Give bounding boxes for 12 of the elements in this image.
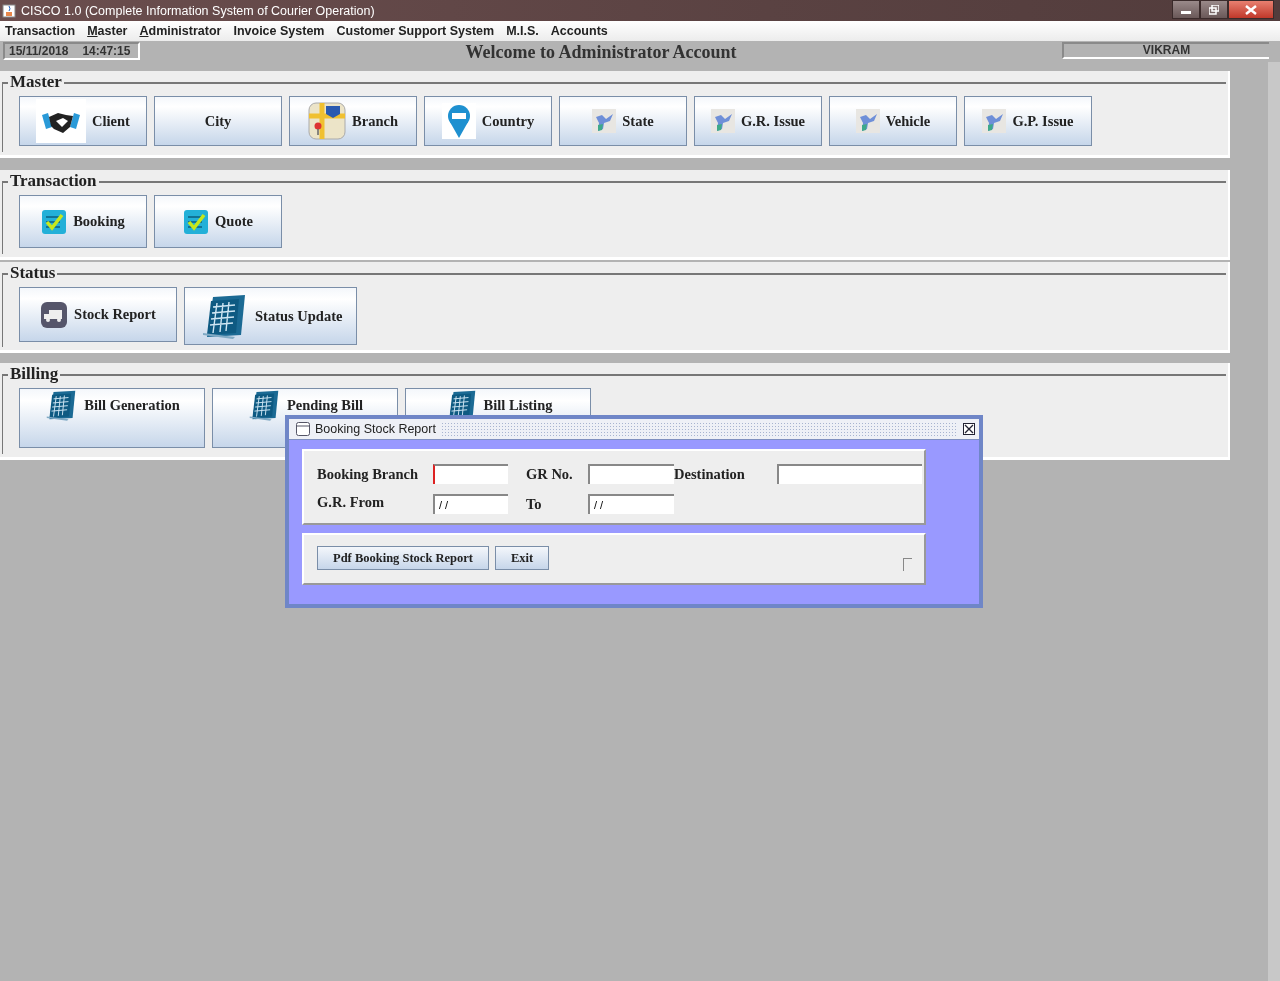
window-title: CISCO 1.0 (Complete Information System of Courier Operation) (21, 3, 375, 18)
time-text: 14:47:15 (82, 44, 131, 58)
dialog-title: Booking Stock Report (315, 422, 436, 436)
date-text: 15/11/2018 (9, 44, 69, 58)
field-label: G.R. From (317, 493, 385, 511)
field-label: Destination (674, 465, 746, 483)
field-label: Booking Branch (317, 465, 420, 483)
user-name-field: VIKRAM (1062, 42, 1269, 59)
field-label: GR No. (526, 465, 574, 483)
welcome-heading: Welcome to Administrator Account (465, 42, 737, 63)
section-title: Billing (8, 364, 61, 384)
field-label: To (526, 495, 543, 513)
